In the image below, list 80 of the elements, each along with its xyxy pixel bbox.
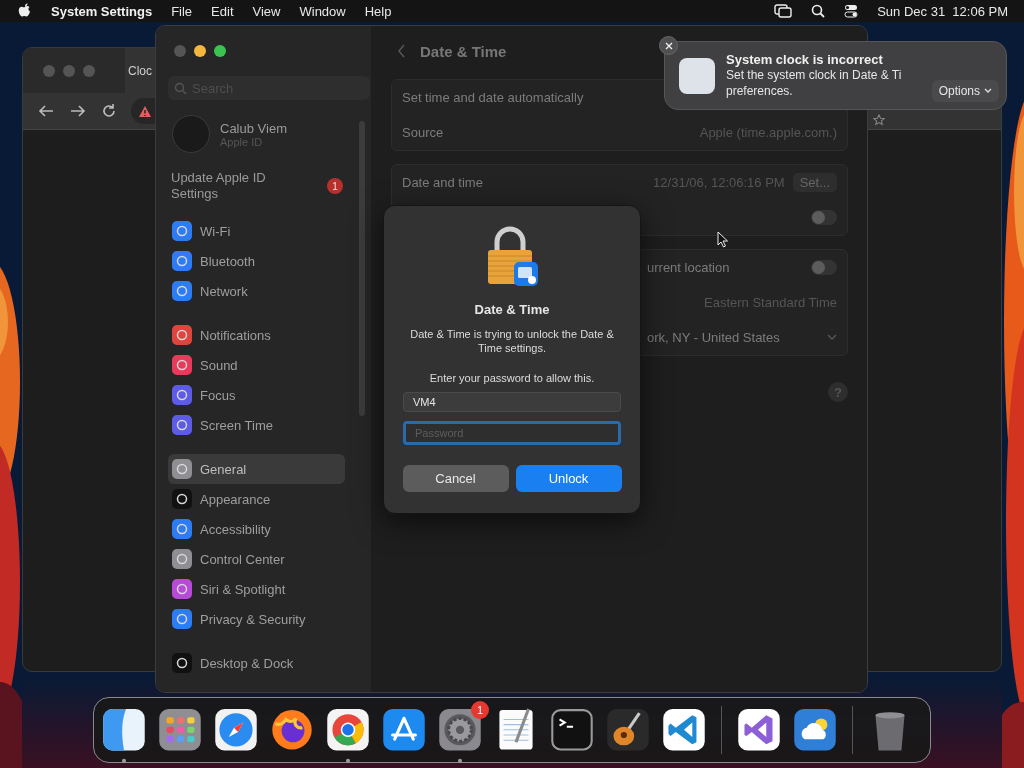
windows-icon[interactable]	[774, 4, 793, 18]
notification-title: System clock is incorrect	[726, 52, 883, 67]
category-icon	[172, 385, 192, 405]
dialog-message: Date & Time is trying to unlock the Date & Time settings.	[409, 327, 615, 355]
toggle-switch[interactable]	[811, 210, 837, 225]
sidebar-item[interactable]: Screen Time	[168, 410, 345, 440]
apple-icon[interactable]	[18, 3, 32, 19]
toggle-switch[interactable]	[811, 260, 837, 275]
row-label: urrent location	[647, 260, 730, 275]
category-icon	[172, 579, 192, 599]
menu-item[interactable]: Edit	[211, 3, 234, 19]
search-icon	[174, 82, 187, 95]
category-icon	[172, 653, 192, 673]
popup-value[interactable]: ork, NY - United States	[647, 330, 780, 345]
sidebar-item[interactable]: General	[168, 454, 345, 484]
star-icon[interactable]	[873, 114, 885, 126]
category-icon	[172, 355, 192, 375]
category-icon	[172, 415, 192, 435]
sidebar-item[interactable]: Notifications	[168, 320, 345, 350]
search-icon[interactable]	[811, 4, 826, 18]
category-icon	[172, 325, 192, 345]
app-menu[interactable]: System Settings	[51, 3, 153, 19]
minimize-control[interactable]	[194, 45, 206, 57]
app-icon	[679, 57, 715, 94]
dialog-title: Date & Time	[474, 302, 550, 317]
sidebar-item[interactable]: Appearance	[168, 484, 345, 514]
close-icon	[664, 41, 673, 50]
unlock-button[interactable]: Unlock	[515, 465, 622, 492]
browser-tab[interactable]: Cloc	[125, 48, 155, 93]
chevron-icon	[984, 88, 992, 94]
category-icon	[172, 519, 192, 539]
padlock-icon	[486, 226, 538, 288]
warning-icon	[138, 104, 152, 118]
options-button[interactable]: Options	[931, 80, 999, 102]
menu-item[interactable]: File	[171, 3, 193, 19]
sidebar-item[interactable]: Bluetooth	[168, 246, 345, 276]
toggles-icon[interactable]	[844, 4, 859, 18]
category-icon	[172, 609, 192, 629]
ring-icon[interactable]	[325, 707, 371, 763]
gear-icon[interactable]	[437, 707, 483, 763]
sidebar-item[interactable]: Network	[168, 276, 345, 306]
category-icon	[172, 251, 192, 271]
notification-body: Set the system clock in Date & Ti preferences.	[726, 67, 902, 99]
menu-item[interactable]: Help	[364, 3, 392, 19]
row-label: Set time and date automatically	[402, 90, 584, 105]
username-field[interactable]: VM4	[403, 392, 621, 412]
row-label: Source	[402, 125, 444, 140]
sidebar-item[interactable]: Sound	[168, 350, 345, 380]
category-icon	[172, 459, 192, 479]
notification-banner[interactable]: System clock is incorrect Set the system clock in Date & Ti preferences. Options	[664, 41, 1007, 110]
sidebar-item[interactable]: Control Center	[168, 544, 345, 574]
cancel-button[interactable]: Cancel	[402, 465, 509, 492]
sidebar-item[interactable]: Siri & Spotlight	[168, 574, 345, 604]
category-icon	[172, 549, 192, 569]
menu-item[interactable]: View	[252, 3, 281, 19]
address-field[interactable]	[131, 98, 156, 124]
sidebar-item[interactable]: Wi-Fi	[168, 216, 345, 246]
menu-item[interactable]: Window	[299, 3, 346, 19]
sidebar-item[interactable]: Focus	[168, 380, 345, 410]
category-icon	[172, 281, 192, 301]
category-icon	[172, 221, 192, 241]
sidebar-item[interactable]: Privacy & Security	[168, 604, 345, 634]
row-label: Date and time	[402, 175, 483, 190]
split-square-icon[interactable]	[101, 707, 147, 763]
forward-icon[interactable]	[69, 104, 87, 118]
back-icon[interactable]	[37, 104, 55, 118]
sidebar-item[interactable]: Desktop & Dock	[168, 648, 345, 678]
page-title: Date & Time	[420, 42, 507, 60]
menu-clock[interactable]: Sun Dec 31 12:06 PM	[877, 3, 1008, 19]
scrollbar[interactable]	[359, 121, 365, 416]
notification-badge: 1	[327, 178, 343, 194]
dialog-prompt: Enter your password to allow this.	[429, 372, 595, 384]
notification-badge: 1	[471, 701, 489, 719]
pointer-icon	[717, 231, 729, 248]
account-name: Calub Viem	[220, 120, 287, 136]
reload-icon[interactable]	[101, 103, 117, 119]
update-notice[interactable]: Update Apple ID Settings	[171, 170, 291, 202]
zoom-control[interactable]	[214, 45, 226, 57]
category-icon	[172, 489, 192, 509]
sidebar-item[interactable]: Accessibility	[168, 514, 345, 544]
